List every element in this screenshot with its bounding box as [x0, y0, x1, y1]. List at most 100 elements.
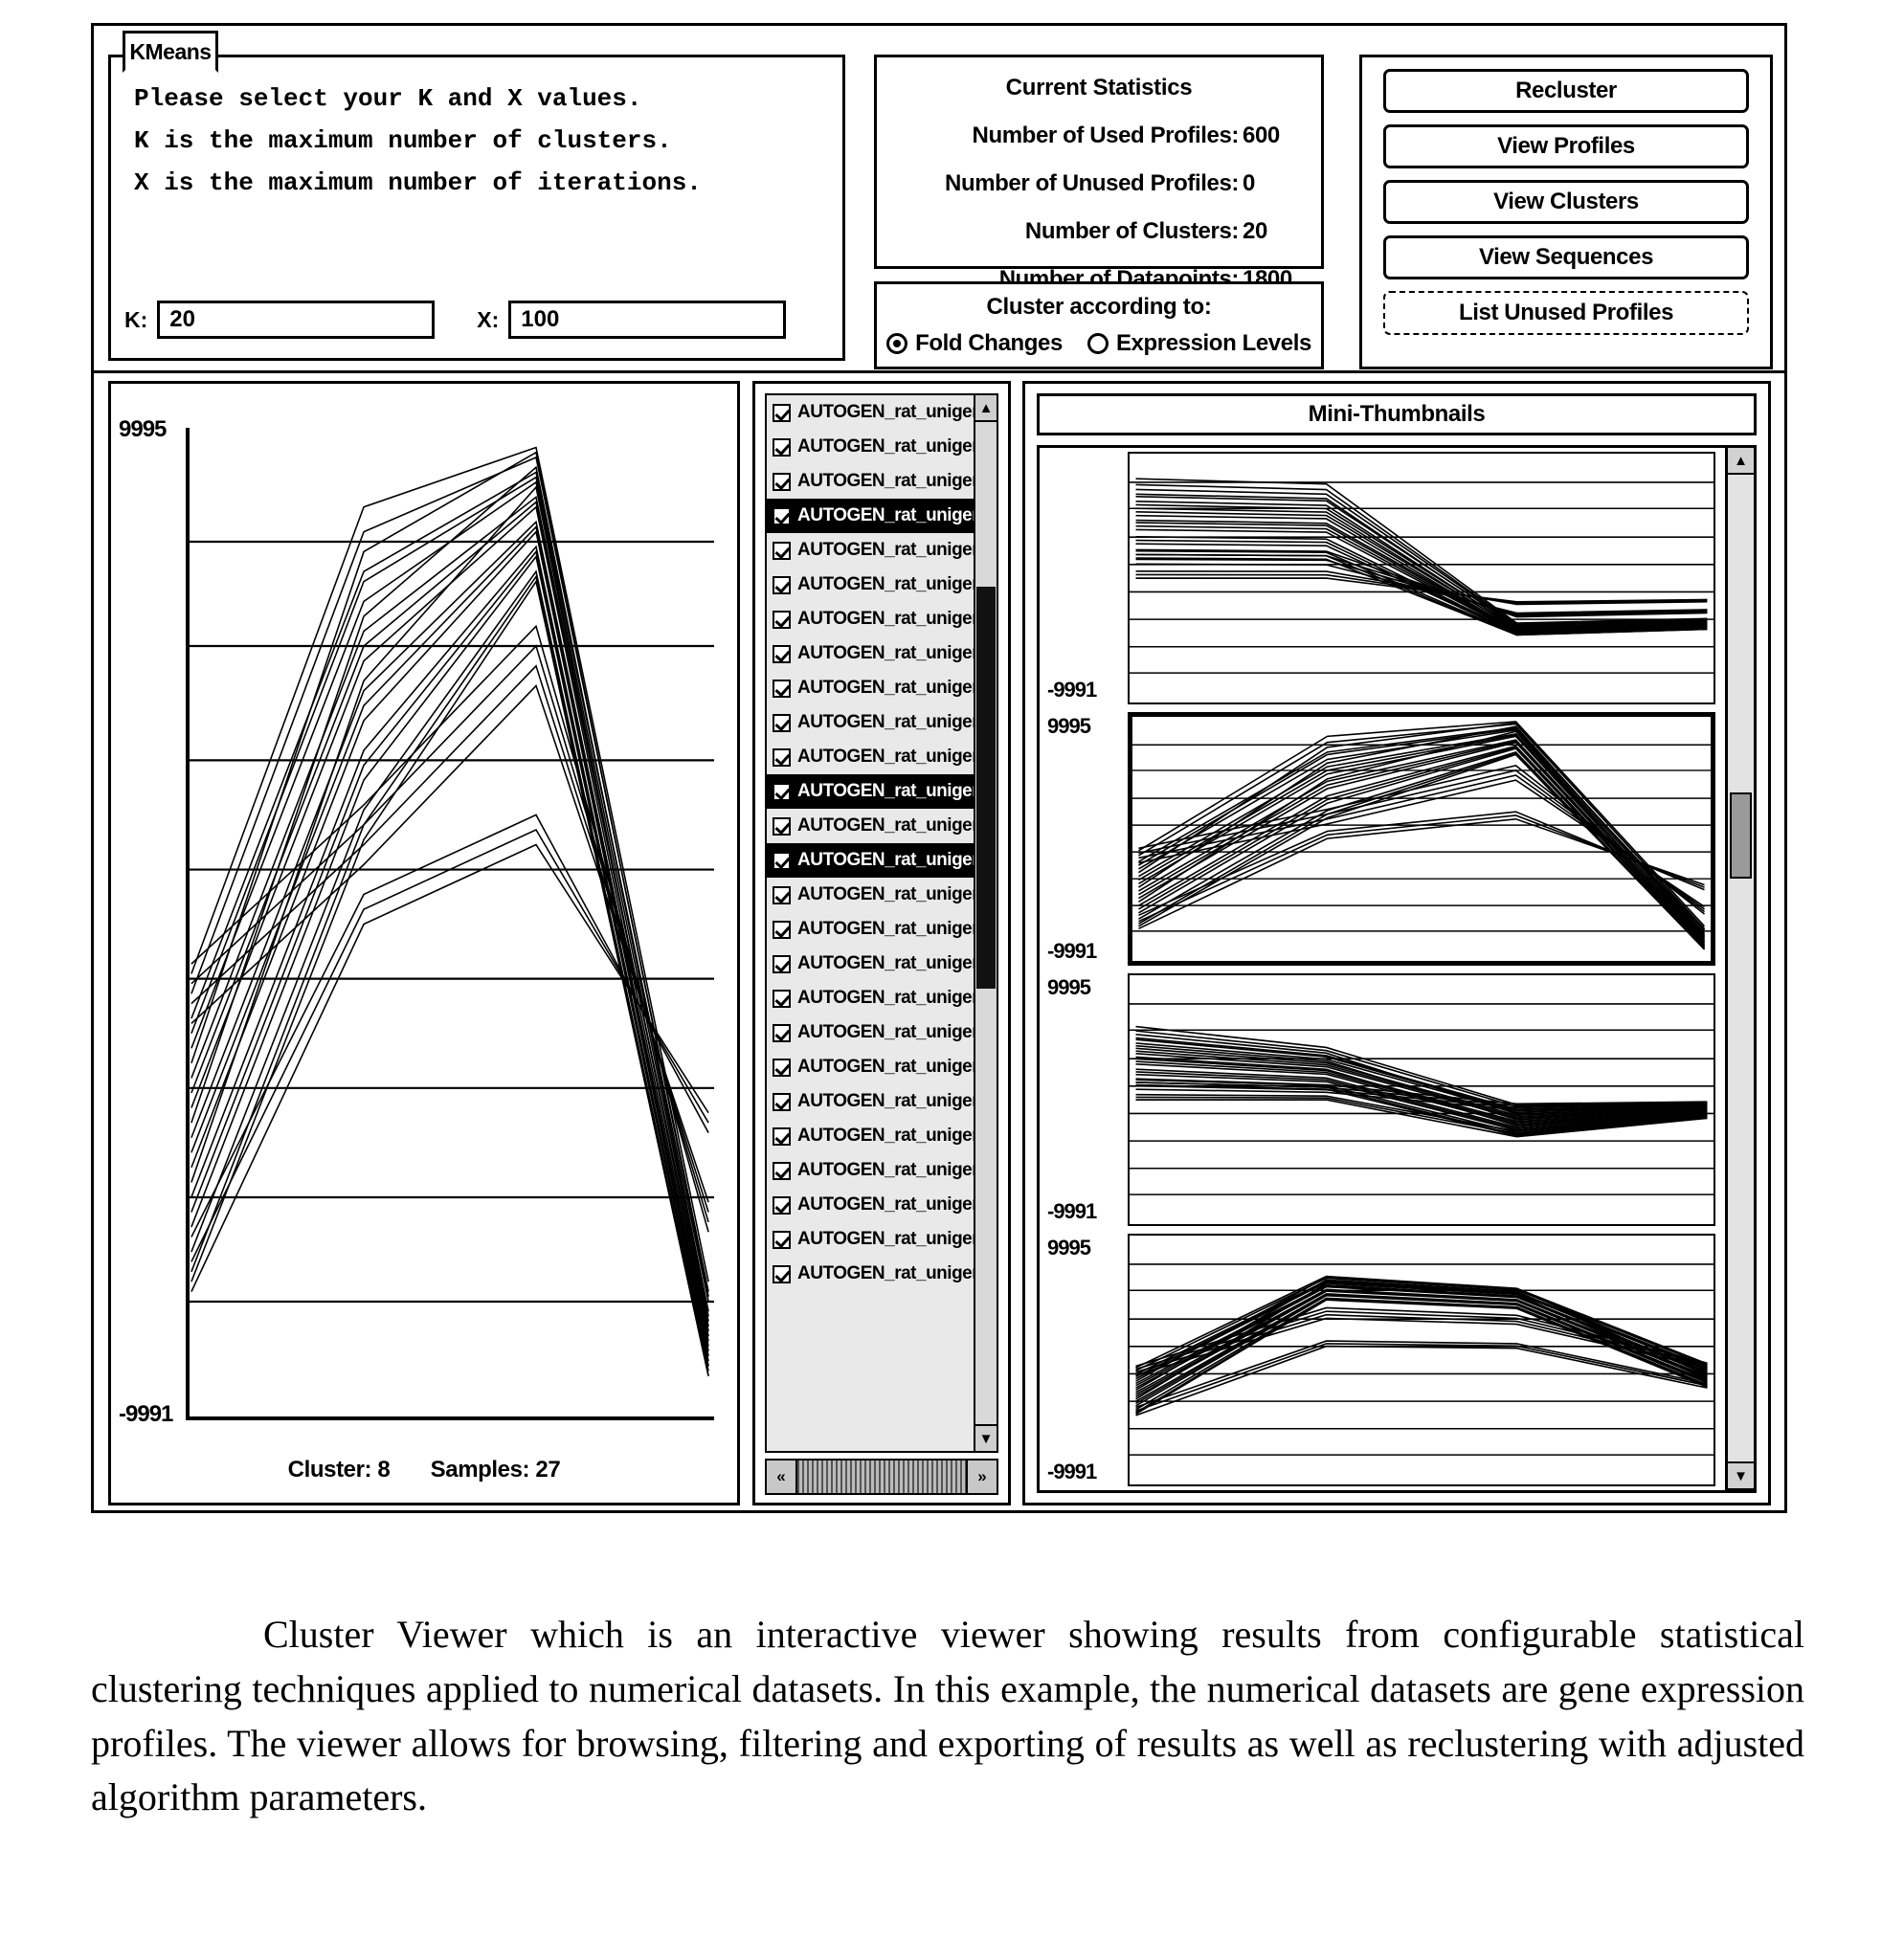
checkbox-checked-icon[interactable]	[773, 506, 791, 525]
checkbox-checked-icon[interactable]	[773, 575, 791, 594]
list-item-label: AUTOGEN_rat_unigen	[797, 1160, 983, 1180]
profile-list-horizontal-scrollbar[interactable]: « »	[765, 1459, 998, 1495]
checkbox-checked-icon[interactable]	[773, 1161, 791, 1180]
x-input[interactable]: 100	[508, 301, 787, 339]
list-item[interactable]: AUTOGEN_rat_unigen	[767, 878, 997, 912]
list-item[interactable]: AUTOGEN_rat_unigen	[767, 1153, 997, 1188]
checkbox-checked-icon[interactable]	[773, 1195, 791, 1215]
stat-unused-profiles: Number of Unused Profiles: 0	[877, 170, 1321, 197]
thumbnails-scroll-down-icon[interactable]: ▼	[1728, 1461, 1754, 1490]
checkbox-checked-icon[interactable]	[773, 1264, 791, 1283]
scroll-left-icon[interactable]: «	[767, 1461, 797, 1493]
list-item-label: AUTOGEN_rat_unigen	[797, 402, 983, 422]
view-sequences-button[interactable]: View Sequences	[1383, 235, 1749, 279]
thumbnail-cell[interactable]: 9995 -9991	[1040, 970, 1725, 1230]
list-item-label: AUTOGEN_rat_unigen	[797, 678, 983, 698]
list-item[interactable]: AUTOGEN_rat_unigen	[767, 912, 997, 947]
cluster-viewer-window: KMeans Please select your K and X values…	[91, 23, 1787, 1513]
checkbox-checked-icon[interactable]	[773, 1092, 791, 1111]
list-item[interactable]: AUTOGEN_rat_unigen	[767, 1015, 997, 1050]
checkbox-checked-icon[interactable]	[773, 437, 791, 457]
thumbnails-scrollbar-thumb[interactable]	[1730, 792, 1752, 879]
list-item-label: AUTOGEN_rat_unigen	[797, 540, 983, 560]
checkbox-checked-icon[interactable]	[773, 1126, 791, 1146]
checkbox-checked-icon[interactable]	[773, 610, 791, 629]
list-item[interactable]: AUTOGEN_rat_unigen	[767, 1050, 997, 1084]
checkbox-checked-icon[interactable]	[773, 1058, 791, 1077]
scroll-up-icon[interactable]: ▲	[975, 395, 997, 422]
list-item[interactable]: AUTOGEN_rat_unigen	[767, 947, 997, 981]
checkbox-checked-icon[interactable]	[773, 1023, 791, 1042]
list-item[interactable]: AUTOGEN_rat_unigen	[767, 464, 997, 499]
kmeans-instructions: Please select your K and X values. K is …	[134, 84, 702, 211]
tab-kmeans[interactable]: KMeans	[123, 31, 218, 73]
checkbox-checked-icon[interactable]	[773, 644, 791, 663]
scroll-right-icon[interactable]: »	[966, 1461, 997, 1493]
stat-unused-profiles-value: 0	[1243, 170, 1255, 196]
horizontal-scrollbar-thumb[interactable]	[797, 1461, 966, 1493]
list-item-label: AUTOGEN_rat_unigen	[797, 850, 983, 870]
radio-fold-changes-label: Fold Changes	[915, 330, 1063, 356]
cluster-according-to-panel: Cluster according to: Fold Changes Expre…	[874, 281, 1324, 369]
list-item[interactable]: AUTOGEN_rat_unigen	[767, 843, 997, 878]
thumbnails-scroll-up-icon[interactable]: ▲	[1728, 448, 1754, 475]
list-item[interactable]: AUTOGEN_rat_unigen	[767, 774, 997, 809]
recluster-button[interactable]: Recluster	[1383, 69, 1749, 113]
checkbox-checked-icon[interactable]	[773, 472, 791, 491]
thumbnails-scrollbar[interactable]: ▲ ▼	[1725, 448, 1754, 1490]
x-field-label: X:	[477, 306, 500, 332]
checkbox-checked-icon[interactable]	[773, 679, 791, 698]
list-unused-profiles-button[interactable]: List Unused Profiles	[1383, 291, 1749, 335]
list-item[interactable]: AUTOGEN_rat_unigen	[767, 1222, 997, 1257]
view-profiles-button[interactable]: View Profiles	[1383, 124, 1749, 168]
checkbox-checked-icon[interactable]	[773, 403, 791, 422]
checkbox-checked-icon[interactable]	[773, 885, 791, 904]
profile-list[interactable]: AUTOGEN_rat_unigen AUTOGEN_rat_unigen AUTO…	[765, 393, 998, 1453]
list-item[interactable]: AUTOGEN_rat_unigen	[767, 533, 997, 568]
scroll-down-icon[interactable]: ▼	[975, 1424, 997, 1451]
list-item[interactable]: AUTOGEN_rat_unigen	[767, 568, 997, 602]
list-item[interactable]: AUTOGEN_rat_unigen	[767, 981, 997, 1015]
checkbox-checked-icon[interactable]	[773, 713, 791, 732]
view-sequences-button-label: View Sequences	[1478, 244, 1654, 270]
k-input[interactable]: 20	[157, 301, 436, 339]
scrollbar-thumb[interactable]	[976, 587, 996, 989]
list-item[interactable]: AUTOGEN_rat_unigen	[767, 1257, 997, 1291]
figure-caption: Cluster Viewer which is an interactive v…	[91, 1608, 1804, 1825]
view-clusters-button[interactable]: View Clusters	[1383, 180, 1749, 224]
list-item[interactable]: AUTOGEN_rat_unigen	[767, 430, 997, 464]
thumbnail-y-min-label: -9991	[1047, 1198, 1097, 1223]
checkbox-checked-icon[interactable]	[773, 782, 791, 801]
list-item[interactable]: AUTOGEN_rat_unigen	[767, 395, 997, 430]
stat-used-profiles: Number of Used Profiles: 600	[877, 123, 1321, 149]
thumbnail-cell[interactable]: -9991	[1040, 448, 1725, 708]
checkbox-checked-icon[interactable]	[773, 851, 791, 870]
list-item[interactable]: AUTOGEN_rat_unigen	[767, 809, 997, 843]
list-item-label: AUTOGEN_rat_unigen	[797, 574, 983, 594]
checkbox-checked-icon[interactable]	[773, 816, 791, 836]
checkbox-checked-icon[interactable]	[773, 747, 791, 767]
checkbox-checked-icon[interactable]	[773, 989, 791, 1008]
chart-plot-area[interactable]	[186, 428, 714, 1420]
k-field-label: K:	[124, 306, 148, 332]
chart-caption: Cluster: 8 Samples: 27	[111, 1457, 737, 1483]
thumbnail-cell[interactable]: 9995 -9991	[1040, 708, 1725, 969]
radio-fold-changes[interactable]: Fold Changes	[886, 330, 1063, 357]
checkbox-checked-icon[interactable]	[773, 920, 791, 939]
checkbox-checked-icon[interactable]	[773, 1230, 791, 1249]
list-item[interactable]: AUTOGEN_rat_unigen	[767, 740, 997, 774]
list-item[interactable]: AUTOGEN_rat_unigen	[767, 499, 997, 533]
checkbox-checked-icon[interactable]	[773, 541, 791, 560]
list-item[interactable]: AUTOGEN_rat_unigen	[767, 671, 997, 705]
list-item[interactable]: AUTOGEN_rat_unigen	[767, 1084, 997, 1119]
list-item[interactable]: AUTOGEN_rat_unigen	[767, 705, 997, 740]
thumbnail-plot	[1128, 1233, 1715, 1486]
list-item[interactable]: AUTOGEN_rat_unigen	[767, 1188, 997, 1222]
thumbnail-cell[interactable]: 9995 -9991	[1040, 1230, 1725, 1490]
checkbox-checked-icon[interactable]	[773, 954, 791, 973]
radio-expression-levels[interactable]: Expression Levels	[1086, 330, 1311, 357]
list-item[interactable]: AUTOGEN_rat_unigen	[767, 1119, 997, 1153]
profile-list-vertical-scrollbar[interactable]: ▲ ▼	[974, 393, 998, 1453]
list-item[interactable]: AUTOGEN_rat_unigen	[767, 602, 997, 636]
list-item[interactable]: AUTOGEN_rat_unigen	[767, 636, 997, 671]
